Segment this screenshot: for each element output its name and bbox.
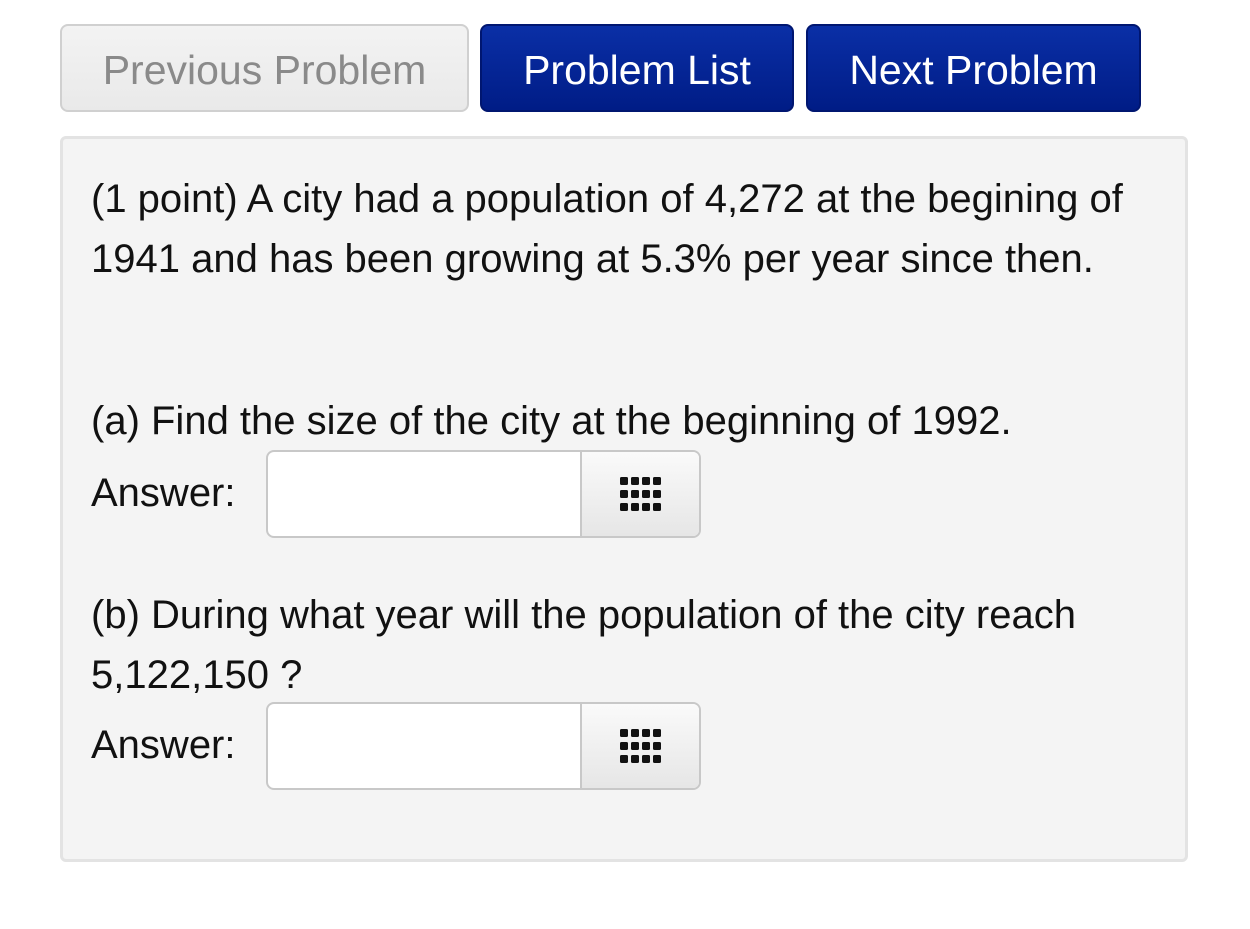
keypad-button-a[interactable] <box>580 452 699 536</box>
problem-panel: (1 point) A city had a population of 4,2… <box>60 136 1188 862</box>
problem-list-button[interactable]: Problem List <box>480 24 794 112</box>
answer-field-a <box>266 450 701 538</box>
problem-statement: (1 point) A city had a population of 4,2… <box>91 177 1123 281</box>
answer-label-b: Answer: <box>91 723 236 767</box>
keypad-grid-icon <box>619 477 661 511</box>
keypad-grid-icon <box>619 729 661 763</box>
next-problem-button[interactable]: Next Problem <box>806 24 1141 112</box>
question-b: (b) During what year will the population… <box>91 593 1076 697</box>
answer-label-a: Answer: <box>91 471 236 515</box>
answer-input-a[interactable] <box>268 452 582 536</box>
keypad-button-b[interactable] <box>580 704 699 788</box>
question-a: (a) Find the size of the city at the beg… <box>91 399 1012 443</box>
answer-input-b[interactable] <box>268 704 582 788</box>
answer-field-b <box>266 702 701 790</box>
previous-problem-button[interactable]: Previous Problem <box>60 24 469 112</box>
